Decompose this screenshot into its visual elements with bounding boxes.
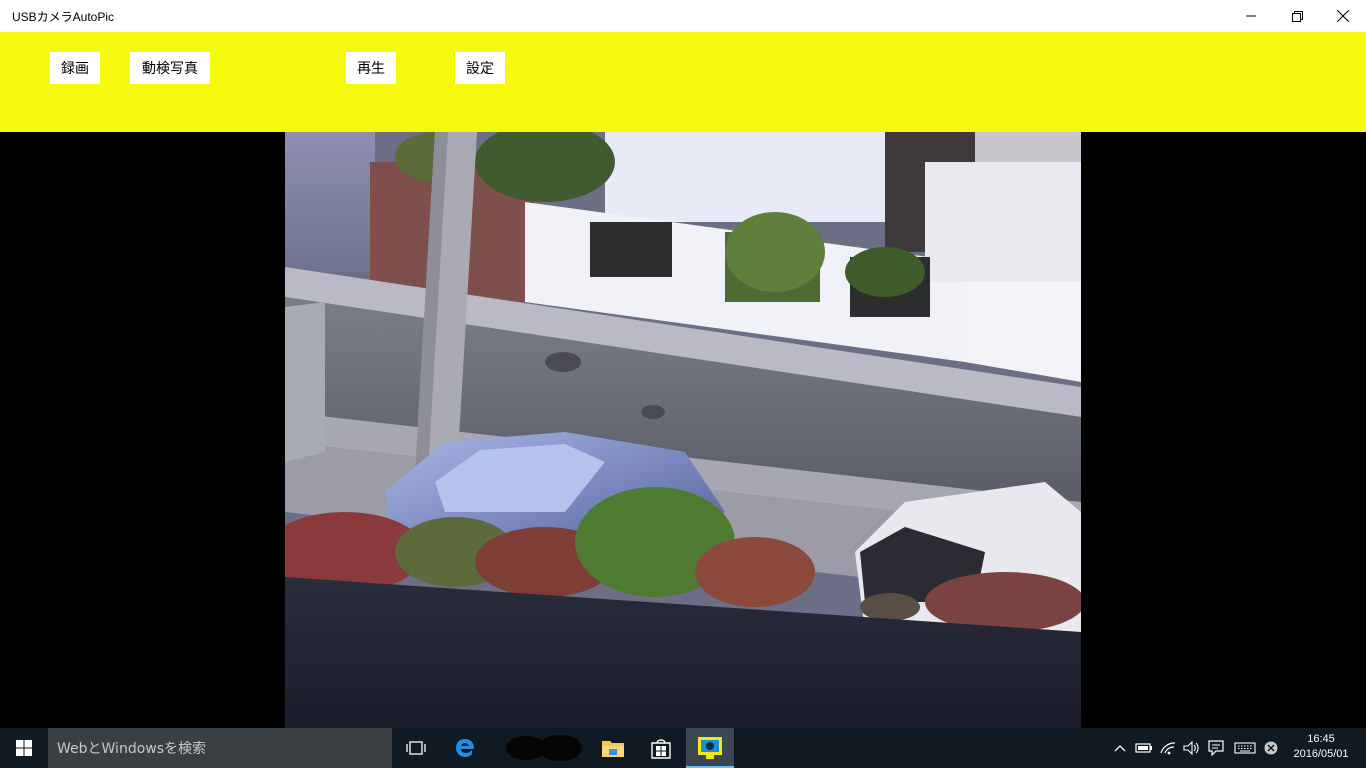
close-button[interactable] [1320, 0, 1366, 32]
toolbar: 録画 動検写真 再生 設定 [0, 32, 1366, 132]
app-window: USBカメラAutoPic 録画 動検写真 再生 設定 WebとWindowsを… [0, 0, 1366, 768]
close-circle-icon [1264, 741, 1278, 755]
chevron-up-icon [1114, 745, 1126, 752]
show-hidden-icons-button[interactable] [1108, 728, 1132, 768]
touch-keyboard-button[interactable] [1232, 728, 1258, 768]
task-view-button[interactable] [392, 728, 440, 768]
file-explorer-button[interactable] [589, 728, 637, 768]
street-scene-image [285, 132, 1081, 728]
clock-time: 16:45 [1307, 733, 1335, 745]
search-placeholder: WebとWindowsを検索 [57, 741, 207, 757]
battery-icon [1135, 743, 1152, 753]
camera-preview-image [285, 132, 1081, 728]
start-button[interactable] [0, 728, 48, 768]
file-explorer-icon [602, 741, 624, 757]
tray-close-button[interactable] [1259, 728, 1283, 768]
taskbar-search[interactable]: WebとWindowsを検索 [48, 728, 392, 768]
restore-button[interactable] [1274, 0, 1320, 32]
wifi-icon [1160, 742, 1176, 755]
usb-camera-app-button[interactable] [686, 728, 734, 768]
record-button[interactable]: 録画 [50, 52, 100, 84]
volume-icon [1183, 741, 1199, 755]
camera-preview-area [0, 132, 1366, 728]
close-icon [1337, 10, 1349, 22]
usb-camera-app-icon [698, 737, 722, 759]
windows-start-icon [16, 740, 32, 756]
taskbar-clock[interactable]: 16:45 2016/05/01 [1288, 728, 1354, 768]
settings-button[interactable]: 設定 [455, 52, 505, 84]
blurred-app-icon [506, 735, 582, 761]
minimize-button[interactable] [1228, 0, 1274, 32]
action-center-button[interactable] [1204, 728, 1228, 768]
clock-date: 2016/05/01 [1293, 748, 1349, 760]
notification-icon [1208, 740, 1224, 756]
network-button[interactable] [1156, 728, 1180, 768]
edge-button[interactable] [441, 728, 489, 768]
title-bar: USBカメラAutoPic [0, 0, 1366, 32]
task-view-icon [406, 741, 426, 755]
window-title: USBカメラAutoPic [12, 10, 115, 24]
store-icon [651, 739, 671, 759]
blurred-app-button[interactable] [500, 728, 588, 768]
restore-icon [1291, 10, 1303, 22]
edge-icon [456, 739, 474, 757]
battery-button[interactable] [1132, 728, 1156, 768]
minimize-icon [1246, 15, 1256, 17]
store-button[interactable] [637, 728, 685, 768]
keyboard-icon [1234, 742, 1256, 754]
playback-button[interactable]: 再生 [346, 52, 396, 84]
motion-photo-button[interactable]: 動検写真 [130, 52, 210, 84]
volume-button[interactable] [1180, 728, 1204, 768]
taskbar: WebとWindowsを検索 16:45 2016/05/01 [0, 728, 1366, 768]
